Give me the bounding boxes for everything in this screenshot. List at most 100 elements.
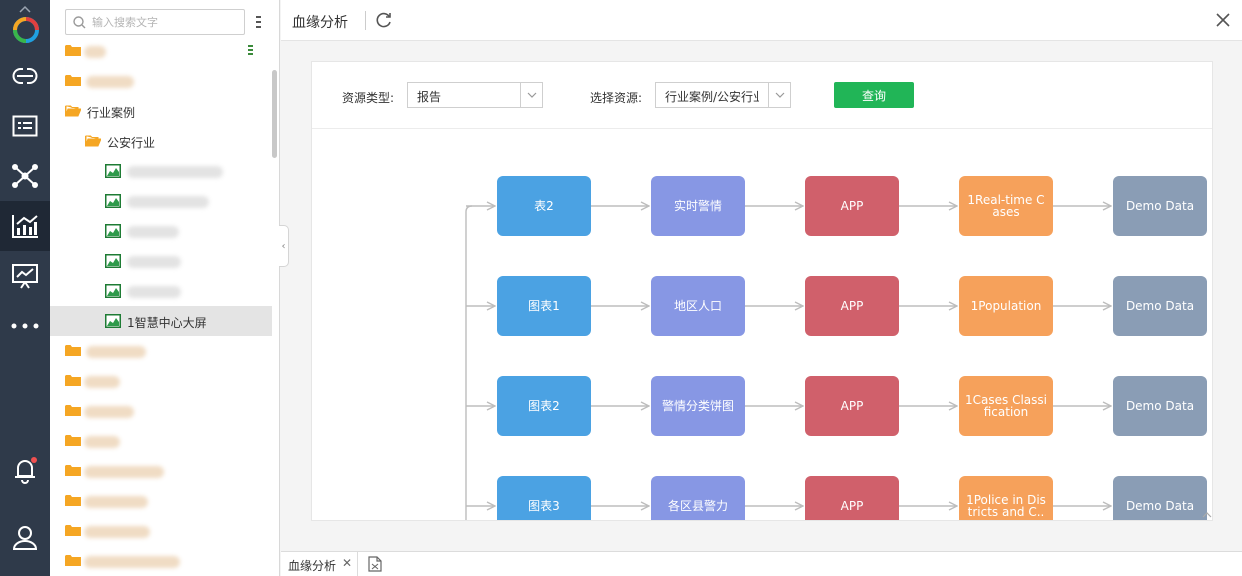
presentation-nav-button[interactable] (0, 251, 50, 301)
select-resource-select[interactable]: 行业案例/公安行业 (655, 82, 791, 108)
report-icon (105, 194, 121, 211)
more-nav-button[interactable] (0, 301, 50, 351)
tree-folder-node[interactable] (50, 66, 272, 96)
lineage-node-dataset[interactable]: 实时警情 (651, 176, 745, 236)
page-title: 血缘分析 (292, 15, 348, 31)
link-icon (12, 67, 38, 85)
lineage-node-dataset[interactable]: 各区县警力 (651, 476, 745, 520)
report-icon (105, 284, 121, 301)
folder-icon (65, 404, 81, 420)
refresh-icon[interactable] (375, 11, 393, 32)
tree-report-node[interactable] (50, 276, 272, 306)
tree-label: 公安行业 (107, 136, 156, 150)
resource-type-value: 报告 (417, 90, 442, 104)
report-icon (105, 164, 121, 181)
query-button[interactable]: 查询 (834, 82, 914, 108)
close-icon[interactable] (1215, 12, 1231, 31)
list-icon (12, 115, 38, 137)
lineage-node-database[interactable]: Demo Data (1113, 476, 1207, 520)
filter-bar: 资源类型: 报告 选择资源: 行业案例/公安行业 查询 (312, 62, 1212, 129)
network-nav-button[interactable] (0, 151, 50, 201)
lineage-node-table[interactable]: 表2 (497, 176, 591, 236)
folder-icon (65, 554, 81, 570)
collapse-sidebar-handle[interactable]: ‹ (279, 225, 289, 267)
tab-lineage-analysis[interactable]: 血缘分析 ✕ (281, 552, 358, 576)
folder-icon (65, 494, 81, 510)
lineage-node-cube[interactable]: 1Police in Districts and C.. (959, 476, 1053, 520)
tree-folder-node[interactable] (50, 426, 272, 456)
bottom-tab-bar: 血缘分析 ✕ (281, 551, 1242, 576)
logo-icon (5, 4, 45, 46)
resource-type-label: 资源类型: (342, 91, 395, 105)
menu-icon[interactable] (255, 13, 263, 31)
lineage-node-datasource[interactable]: APP (805, 476, 899, 520)
tree-label: 1智慧中心大屏 (127, 316, 207, 330)
tree-report-node-selected[interactable]: 1智慧中心大屏 (50, 306, 272, 336)
lineage-node-cube[interactable]: 1Cases Classification (959, 376, 1053, 436)
chart-icon (11, 213, 39, 239)
select-resource-label: 选择资源: (590, 91, 643, 105)
lineage-node-cube[interactable]: 1Population (959, 276, 1053, 336)
tree-search-box[interactable] (65, 9, 245, 35)
tree-folder-node[interactable] (50, 546, 272, 576)
tab-label: 血缘分析 (288, 559, 337, 573)
lineage-node-dataset[interactable]: 地区人口 (651, 276, 745, 336)
tree-label: 行业案例 (87, 106, 136, 120)
search-input[interactable] (92, 13, 240, 31)
folder-icon (65, 44, 81, 60)
lineage-node-database[interactable]: Demo Data (1113, 176, 1207, 236)
tree-report-node[interactable] (50, 186, 272, 216)
notifications-button[interactable] (0, 445, 50, 495)
lineage-node-datasource[interactable]: APP (805, 176, 899, 236)
lineage-node-database[interactable]: Demo Data (1113, 376, 1207, 436)
folder-icon (65, 524, 81, 540)
tree-scrollbar[interactable] (272, 70, 277, 158)
lineage-node-table[interactable]: 图表2 (497, 376, 591, 436)
lineage-node-table[interactable]: 图表3 (497, 476, 591, 520)
tree-folder-node[interactable] (50, 396, 272, 426)
lineage-node-datasource[interactable]: APP (805, 376, 899, 436)
lineage-node-datasource[interactable]: APP (805, 276, 899, 336)
tree-folder-node[interactable] (50, 336, 272, 366)
chevron-down-icon (520, 83, 542, 107)
more-icon (11, 323, 39, 329)
chevron-down-icon (768, 83, 790, 107)
tree-report-node[interactable] (50, 216, 272, 246)
user-profile-button[interactable] (0, 512, 50, 562)
tree-folder-node[interactable] (50, 486, 272, 516)
lineage-node-table[interactable]: 图表1 (497, 276, 591, 336)
tree-folder-industry-cases[interactable]: 行业案例 (50, 96, 272, 126)
app-sidebar (0, 0, 50, 576)
folder-open-icon (84, 134, 102, 150)
tree-folder-node[interactable] (50, 516, 272, 546)
page-header: 血缘分析 (281, 0, 1242, 41)
tree-folder-public-security[interactable]: 公安行业 (50, 126, 272, 156)
network-icon (11, 163, 39, 189)
resource-type-select[interactable]: 报告 (407, 82, 543, 108)
chart-nav-button[interactable] (0, 201, 50, 251)
bell-icon (11, 456, 39, 484)
lineage-graph: 表2 实时警情 APP 1Real-time Cases Demo Data 图表1 地区人… (312, 130, 1212, 520)
tree-folder-node[interactable] (50, 36, 272, 66)
folder-icon (65, 464, 81, 480)
list-nav-button[interactable] (0, 101, 50, 151)
lineage-panel: 资源类型: 报告 选择资源: 行业案例/公安行业 查询 表2 实时警情 APP 1Re… (311, 61, 1213, 521)
report-icon (105, 224, 121, 241)
tree-report-node[interactable] (50, 156, 272, 186)
folder-icon (65, 374, 81, 390)
folder-icon (65, 344, 81, 360)
lineage-edges (465, 130, 1212, 520)
chevron-left-icon: ‹ (281, 240, 286, 252)
lineage-node-database[interactable]: Demo Data (1113, 276, 1207, 336)
tree-folder-node[interactable] (50, 456, 272, 486)
user-icon (11, 523, 39, 551)
tree-report-node[interactable] (50, 246, 272, 276)
lineage-node-dataset[interactable]: 警情分类饼图 (651, 376, 745, 436)
document-icon[interactable] (368, 556, 382, 575)
lineage-node-cube[interactable]: 1Real-time Cases (959, 176, 1053, 236)
tree-folder-node[interactable] (50, 366, 272, 396)
close-tab-icon[interactable]: ✕ (342, 556, 352, 570)
report-icon (105, 254, 121, 271)
link-nav-button[interactable] (0, 51, 50, 101)
scroll-up-icon[interactable] (1202, 508, 1212, 520)
